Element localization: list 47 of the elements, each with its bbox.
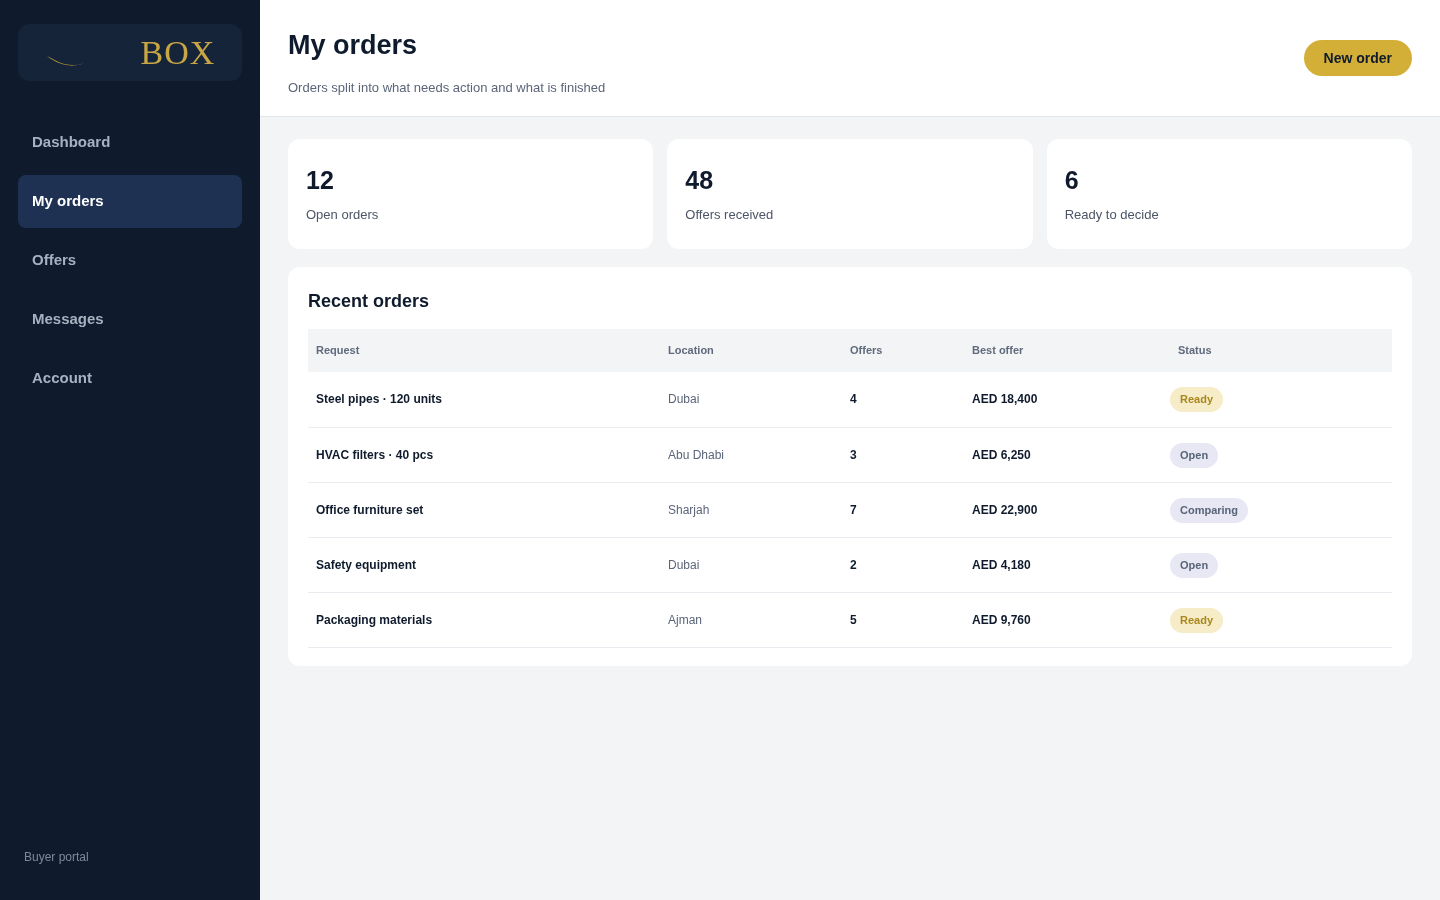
table-cell: AED 9,760 [964,592,1170,647]
table-cell: Ajman [660,592,842,647]
table-cell: Dubai [660,372,842,427]
table-cell: 4 [842,372,964,427]
section-title: Recent orders [308,290,431,313]
nav-item[interactable]: Messages [18,293,242,346]
stat-label: Offers received [685,206,775,224]
footer-text: Buyer portal [23,849,90,866]
stat-label: Ready to decide [1064,206,1160,224]
table-cell: Packaging materials [308,592,660,647]
table-cell: AED 18,400 [964,372,1170,427]
nav-item[interactable]: Account [18,352,242,405]
page-title: My orders [288,29,419,62]
logo-text: BOX [140,35,216,70]
stat-value: 48 [685,165,715,195]
new-order-button[interactable]: New order [1303,40,1412,76]
page-subtitle: Orders split into what needs action and what is finished [288,79,606,97]
table-cell: AED 6,250 [964,427,1170,482]
column-header: Best offer [964,329,1170,372]
table-cell: 2 [842,537,964,592]
table-cell: Office furniture set [308,482,660,537]
table-cell: Safety equipment [308,537,660,592]
stat-value: 6 [1064,165,1080,195]
status-badge: Ready [1170,387,1224,413]
nav-item[interactable]: Offers [18,234,242,287]
column-header: Request [308,329,660,372]
stat-label: Open orders [306,206,380,224]
status-badge: Open [1170,442,1219,468]
status-badge: Ready [1170,607,1224,633]
stat-value: 12 [306,165,335,195]
table-cell: Sharjah [660,482,842,537]
table-cell: Dubai [660,537,842,592]
table-cell: AED 22,900 [964,482,1170,537]
table-cell: Abu Dhabi [660,427,842,482]
table-cell: 3 [842,427,964,482]
column-header: Location [660,329,842,372]
table-cell: 5 [842,592,964,647]
column-header: Offers [842,329,964,372]
status-badge: Open [1170,552,1219,578]
table-cell: HVAC filters · 40 pcs [308,427,660,482]
table-cell: Steel pipes · 120 units [308,372,660,427]
column-header: Status [1170,329,1392,372]
table-cell: AED 4,180 [964,537,1170,592]
status-badge: Comparing [1170,497,1249,523]
nav-item[interactable]: My orders [18,175,242,228]
table-cell: 7 [842,482,964,537]
nav-item[interactable]: Dashboard [18,116,242,169]
